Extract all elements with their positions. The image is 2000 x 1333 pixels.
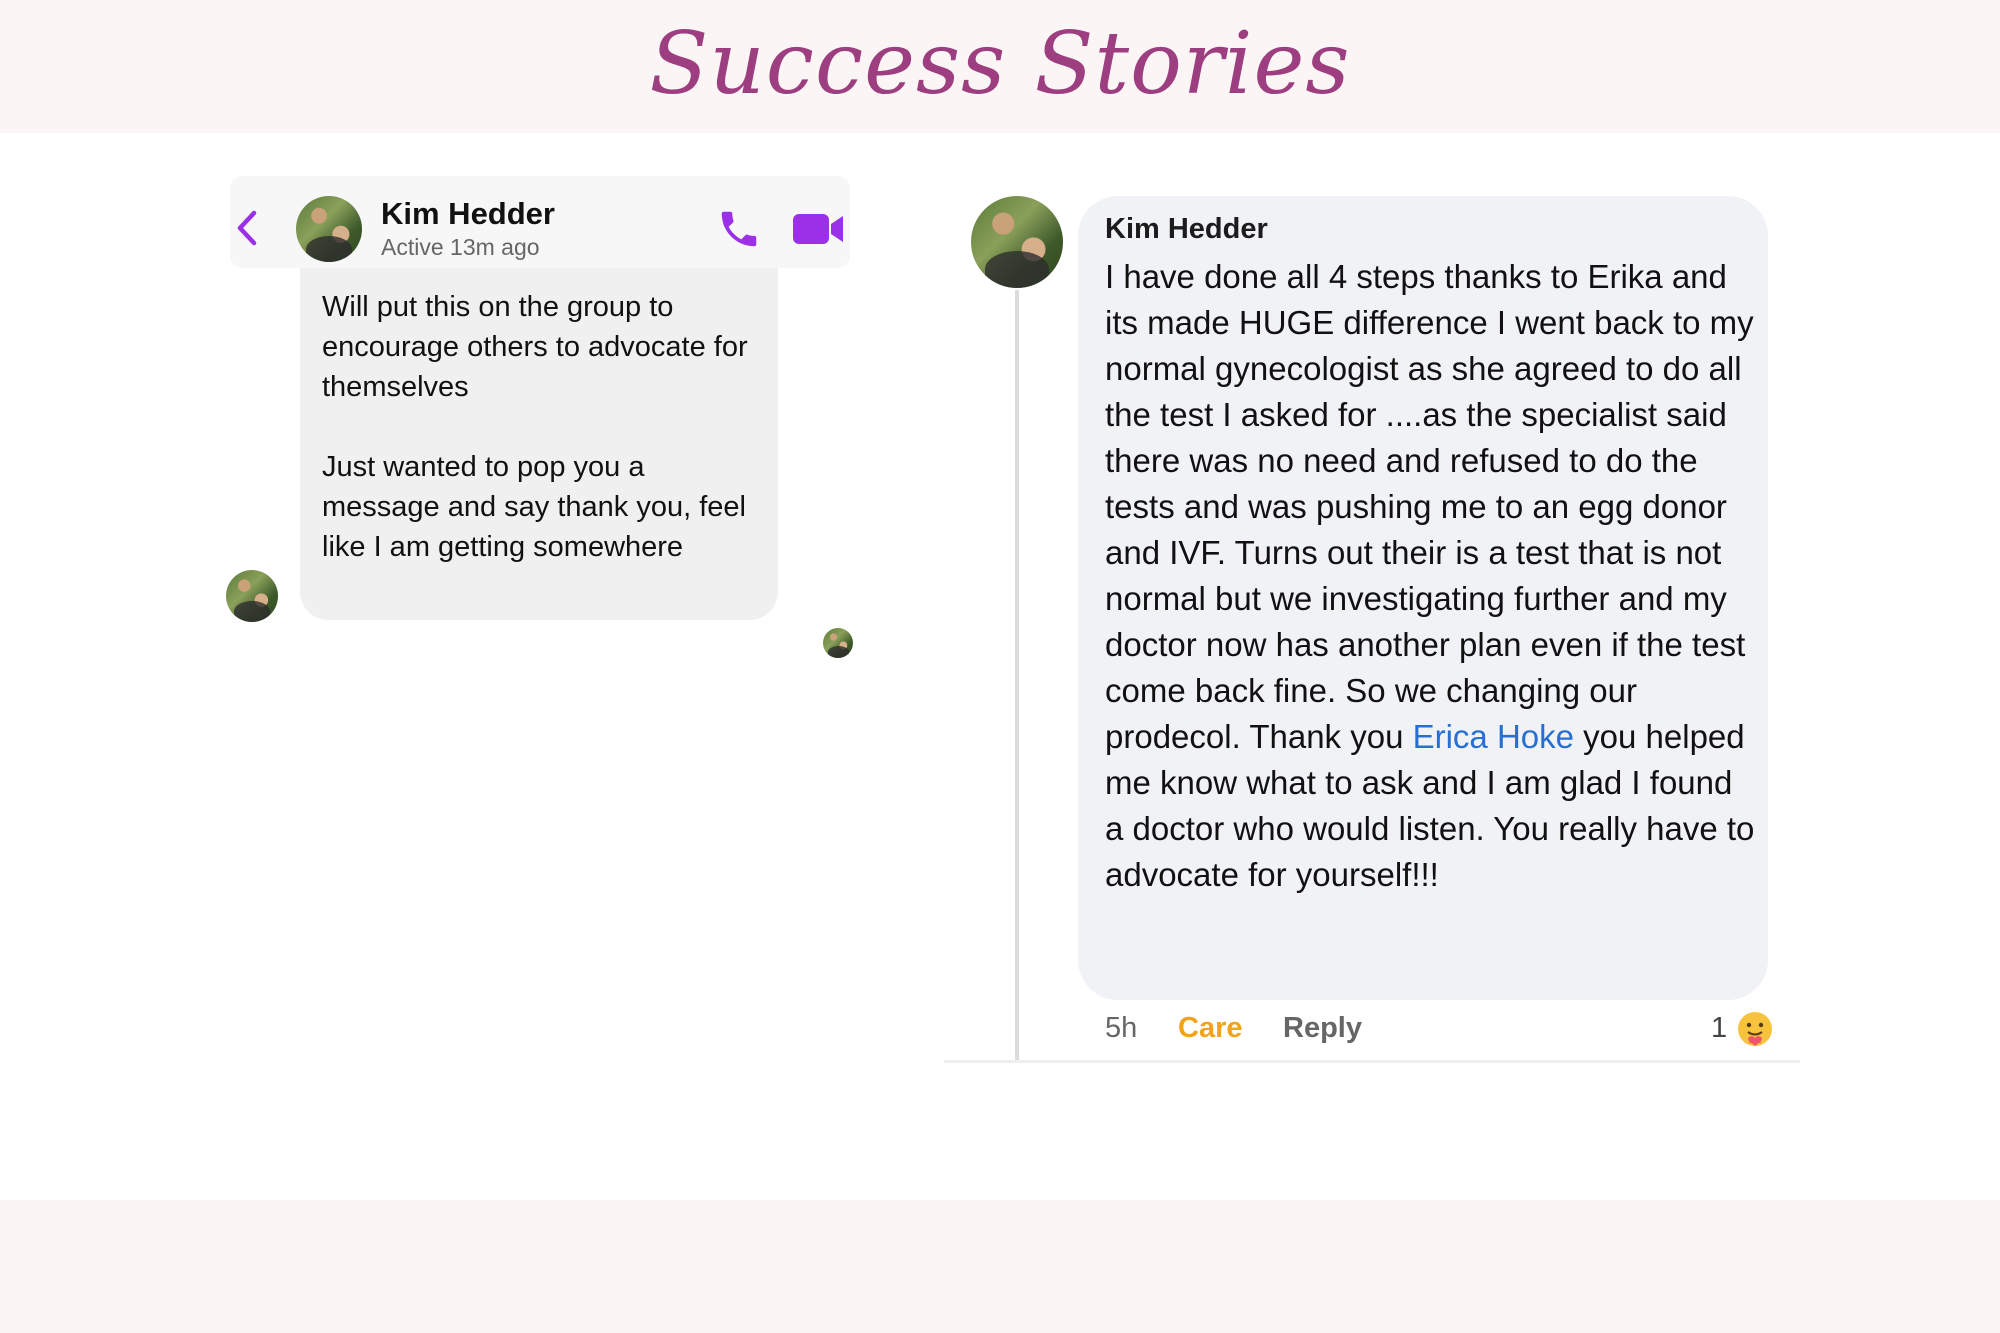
- video-icon[interactable]: [792, 212, 844, 246]
- thread-line: [1015, 290, 1019, 1062]
- message-paragraph: Just wanted to pop you a message and say…: [322, 451, 746, 563]
- sender-avatar: [226, 570, 278, 622]
- phone-icon[interactable]: [716, 206, 762, 252]
- read-receipt-avatar: [823, 628, 853, 658]
- mention-link[interactable]: Erica Hoke: [1413, 718, 1574, 755]
- contact-status: Active 13m ago: [381, 234, 540, 260]
- reaction-count[interactable]: 1: [1711, 1012, 1727, 1045]
- divider: [944, 1060, 1800, 1063]
- comment-body: I have done all 4 steps thanks to Erika …: [1105, 258, 1754, 755]
- back-icon[interactable]: [236, 210, 258, 246]
- contact-name[interactable]: Kim Hedder: [381, 196, 555, 232]
- contact-avatar[interactable]: [296, 196, 362, 262]
- comment-author[interactable]: Kim Hedder: [1105, 213, 1268, 246]
- message-paragraph: Will put this on the group to encourage …: [322, 291, 748, 403]
- reply-button[interactable]: Reply: [1283, 1012, 1362, 1045]
- comment-text: I have done all 4 steps thanks to Erika …: [1105, 254, 1755, 898]
- message-text: Will put this on the group to encourage …: [322, 287, 762, 567]
- care-reaction-button[interactable]: Care: [1178, 1012, 1243, 1045]
- comment-time[interactable]: 5h: [1105, 1012, 1137, 1045]
- footer-band: [0, 1200, 2000, 1333]
- care-emoji-icon: [1738, 1012, 1772, 1046]
- page-title: Success Stories: [649, 14, 1351, 114]
- commenter-avatar[interactable]: [971, 196, 1063, 288]
